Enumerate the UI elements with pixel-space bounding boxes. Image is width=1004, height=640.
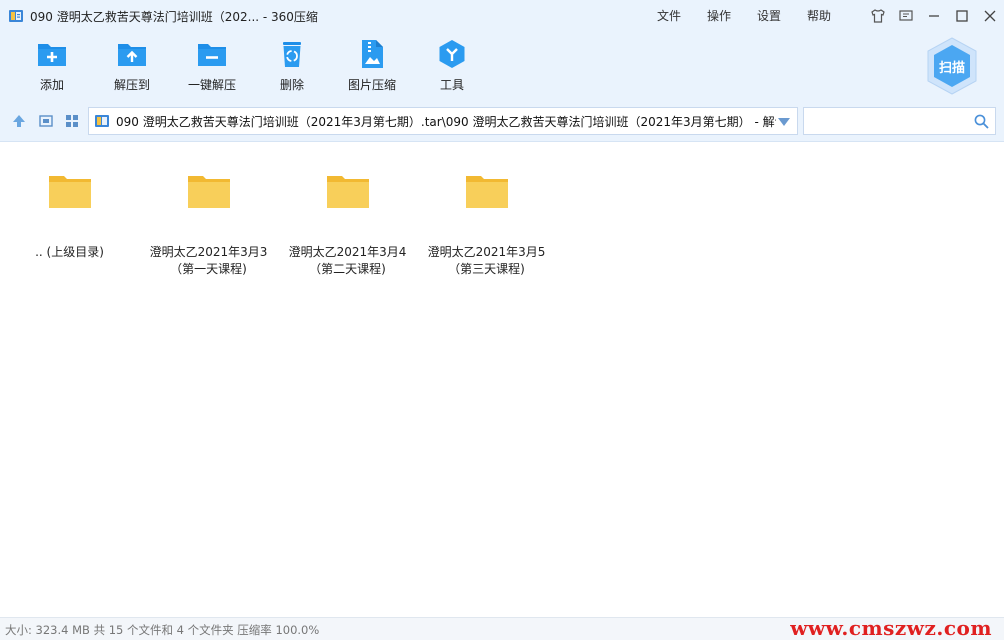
address-row: 090 澄明太乙救苦天尊法门培训班（2021年3月第七期）.tar\090 澄明…	[0, 100, 1004, 142]
one-click-extract-icon	[198, 44, 226, 66]
file-name: 澄明太乙2021年3月4（第二天课程)	[288, 245, 407, 276]
folder-icon	[48, 176, 91, 208]
file-item-folder-day3[interactable]: 澄明太乙2021年3月5（第三天课程)	[417, 173, 556, 278]
delete-button[interactable]: 删除	[252, 38, 332, 93]
minimize-icon	[929, 15, 939, 17]
archive-icon	[95, 115, 109, 127]
feedback-button[interactable]	[892, 0, 920, 32]
tools-label: 工具	[439, 78, 464, 92]
address-bar[interactable]: 090 澄明太乙救苦天尊法门培训班（2021年3月第七期）.tar\090 澄明…	[88, 107, 798, 135]
toolbar: 添加 解压到 一键解压 删除 图片压缩 工具	[0, 32, 1004, 100]
menu-settings[interactable]: 设置	[757, 7, 781, 24]
up-arrow-icon[interactable]	[10, 112, 28, 130]
add-label: 添加	[39, 78, 64, 92]
window-title: 090 澄明太乙救苦天尊法门培训班（202... - 360压缩	[30, 10, 318, 24]
search-icon[interactable]	[974, 114, 989, 129]
image-compress-icon	[362, 40, 383, 68]
one-click-extract-button[interactable]: 一键解压	[172, 38, 252, 93]
image-compress-label: 图片压缩	[347, 78, 396, 92]
thumbnail-view-icon[interactable]	[37, 112, 55, 130]
recycle-bin-icon	[283, 42, 301, 67]
menu-file[interactable]: 文件	[657, 7, 681, 24]
skin-button[interactable]	[864, 0, 892, 32]
tools-hexagon-icon	[439, 40, 465, 68]
address-path: 090 澄明太乙救苦天尊法门培训班（2021年3月第七期）.tar\090 澄明…	[116, 114, 776, 129]
search-input[interactable]	[808, 111, 968, 131]
status-text: 大小: 323.4 MB 共 15 个文件和 4 个文件夹 压缩率 100.0%	[5, 623, 320, 637]
file-name: .. (上级目录)	[35, 245, 104, 259]
extract-to-label: 解压到	[113, 78, 150, 92]
app-logo-icon	[9, 10, 23, 22]
shirt-icon	[871, 9, 885, 23]
file-item-folder-day2[interactable]: 澄明太乙2021年3月4（第二天课程)	[278, 173, 417, 278]
chevron-down-icon[interactable]	[777, 117, 791, 127]
delete-label: 删除	[279, 78, 304, 92]
menu-operation[interactable]: 操作	[707, 7, 731, 24]
file-name: 澄明太乙2021年3月5（第三天课程)	[427, 245, 546, 276]
minimize-button[interactable]	[920, 0, 948, 32]
title-bar: 090 澄明太乙救苦天尊法门培训班（202... - 360压缩 文件 操作 设…	[0, 0, 1004, 32]
window-controls	[864, 0, 1004, 32]
search-box	[803, 107, 996, 135]
grid-view-icon[interactable]	[63, 112, 81, 130]
watermark: www.cmszwz.com	[790, 616, 992, 640]
add-button[interactable]: 添加	[12, 38, 92, 93]
close-icon	[984, 10, 996, 22]
folder-icon	[187, 176, 230, 208]
scan-button[interactable]: 扫描	[926, 36, 978, 96]
feedback-icon	[899, 10, 913, 21]
add-folder-icon	[38, 44, 66, 66]
folder-icon	[465, 176, 508, 208]
maximize-icon	[956, 10, 968, 22]
file-item-folder-day1[interactable]: 澄明太乙2021年3月3（第一天课程)	[139, 173, 278, 278]
menu-bar: 文件 操作 设置 帮助	[657, 7, 857, 24]
file-item-parent-dir[interactable]: .. (上级目录)	[0, 173, 139, 261]
maximize-button[interactable]	[948, 0, 976, 32]
tools-button[interactable]: 工具	[412, 38, 492, 93]
status-bar: 大小: 323.4 MB 共 15 个文件和 4 个文件夹 压缩率 100.0%…	[0, 616, 1004, 640]
folder-icon	[326, 176, 369, 208]
file-list: .. (上级目录) 澄明太乙2021年3月3（第一天课程) 澄明太乙2021年3…	[0, 143, 1004, 617]
close-button[interactable]	[976, 0, 1004, 32]
image-compress-button[interactable]: 图片压缩	[332, 38, 412, 93]
menu-help[interactable]: 帮助	[807, 7, 831, 24]
file-name: 澄明太乙2021年3月3（第一天课程)	[149, 245, 268, 276]
extract-folder-icon	[118, 44, 146, 66]
scan-label: 扫描	[938, 61, 965, 76]
one-click-extract-label: 一键解压	[187, 78, 236, 92]
extract-to-button[interactable]: 解压到	[92, 38, 172, 93]
